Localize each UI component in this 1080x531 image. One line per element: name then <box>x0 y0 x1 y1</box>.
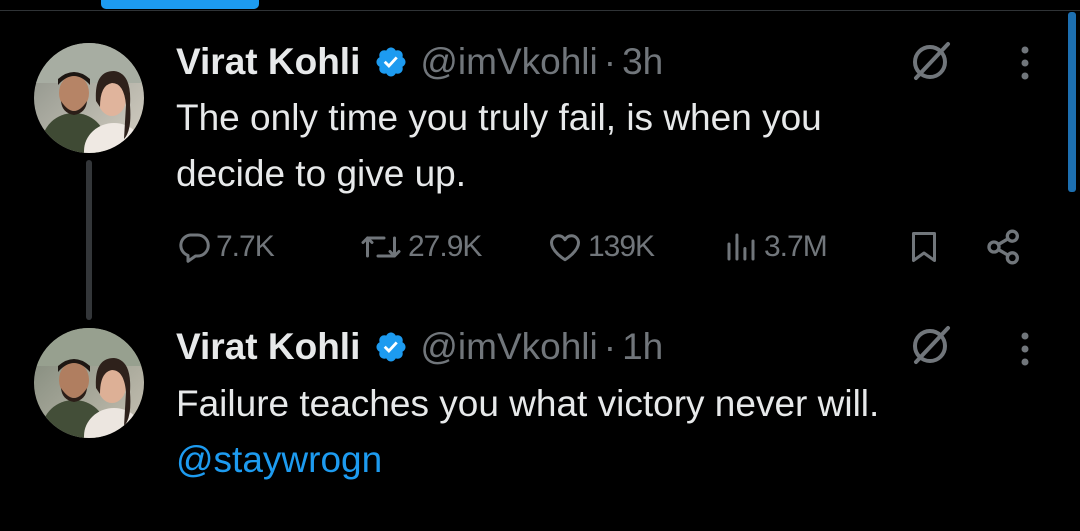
more-icon[interactable] <box>1018 44 1032 84</box>
author-handle[interactable]: @imVkohli <box>420 326 597 368</box>
verified-badge-icon <box>376 47 406 77</box>
avatar[interactable] <box>34 43 144 153</box>
grok-icon[interactable] <box>908 38 954 84</box>
repost-count: 27.9K <box>408 230 482 263</box>
like-icon <box>550 234 580 262</box>
tweet-text-line: decide to give up. <box>176 153 467 194</box>
tweet[interactable]: Virat Kohli @imVkohli · 1h Failure teach… <box>176 300 1046 500</box>
share-icon <box>987 229 1019 265</box>
author-name[interactable]: Virat Kohli <box>176 326 360 368</box>
share-button[interactable] <box>984 225 1024 269</box>
thread-connector-line <box>86 160 92 320</box>
bookmark-button[interactable] <box>906 225 942 269</box>
tweet-text-line: Failure teaches you what victory never w… <box>176 383 880 424</box>
views-icon <box>727 233 755 261</box>
separator-dot: · <box>603 326 617 367</box>
view-count: 3.7M <box>764 230 828 263</box>
avatar[interactable] <box>34 328 144 438</box>
tweet[interactable]: Virat Kohli @imVkohli · 3h The only time… <box>176 0 1046 300</box>
author-name[interactable]: Virat Kohli <box>176 41 360 83</box>
tweet-text-line: The only time you truly fail, is when yo… <box>176 97 822 138</box>
like-count: 139K <box>588 230 655 263</box>
author-handle[interactable]: @imVkohli <box>420 41 597 83</box>
timestamp[interactable]: 3h <box>622 41 663 83</box>
more-icon[interactable] <box>1018 330 1032 370</box>
repost-icon <box>361 236 401 258</box>
reply-button[interactable]: 7.7K <box>176 225 275 269</box>
repost-button[interactable]: 27.9K <box>358 225 482 269</box>
like-button[interactable]: 139K <box>546 225 655 269</box>
separator-dot: · <box>603 41 617 82</box>
tweet-actions: 7.7K 27.9K 139K 3.7M <box>176 225 1056 269</box>
mention-link[interactable]: @staywrogn <box>176 432 382 488</box>
tweet-header: Virat Kohli @imVkohli · 1h <box>176 326 663 368</box>
reply-count: 7.7K <box>216 230 275 263</box>
tweet-header: Virat Kohli @imVkohli · 3h <box>176 41 663 83</box>
verified-badge-icon <box>376 332 406 362</box>
views-button[interactable]: 3.7M <box>722 225 828 269</box>
reply-icon <box>179 233 210 263</box>
timestamp[interactable]: 1h <box>622 326 663 368</box>
bookmark-icon <box>912 232 936 262</box>
grok-icon[interactable] <box>908 322 954 368</box>
scrollbar[interactable] <box>1068 12 1076 192</box>
